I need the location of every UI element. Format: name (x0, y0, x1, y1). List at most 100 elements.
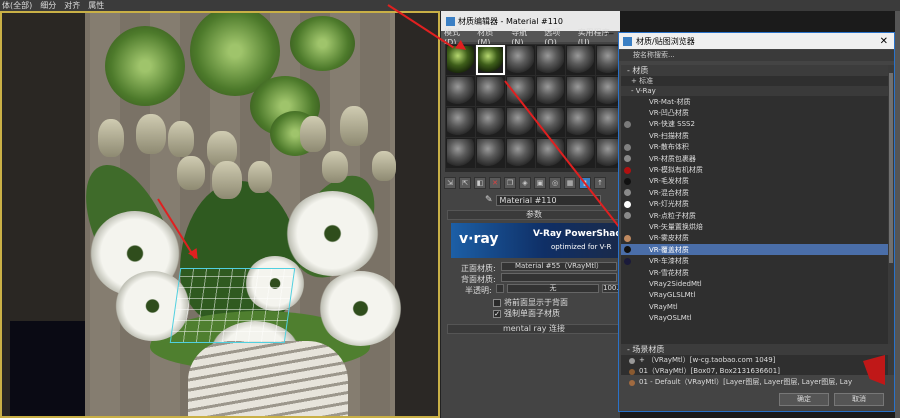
vray-material-item[interactable]: VR-材质包裹器 (621, 153, 891, 164)
material-editor-title: 材质编辑器 - Material #110 (458, 16, 563, 26)
scene-materials-header[interactable]: - 场景材质 (621, 344, 891, 355)
search-placeholder: 按名称搜索... (633, 51, 675, 59)
material-dot-icon (621, 177, 633, 185)
vray-material-item-selected[interactable]: VR-覆盖材质 (621, 244, 891, 256)
material-slot[interactable] (536, 45, 565, 75)
vray-material-item[interactable]: VRayGLSLMtl (621, 290, 891, 301)
material-dot-icon (621, 120, 633, 128)
menu-item-properties[interactable]: 属性 (88, 0, 104, 11)
menu-item-body[interactable]: 体(全部) (2, 0, 32, 11)
vray-material-item[interactable]: VRayMtl (621, 301, 891, 312)
force-back-checkbox[interactable] (493, 298, 501, 307)
cancel-button[interactable]: 取消 (834, 393, 884, 406)
minimize-icon[interactable]: — (605, 29, 614, 39)
unique-icon[interactable]: ◈ (519, 177, 531, 189)
material-slot[interactable] (476, 76, 505, 106)
ok-button[interactable]: 确定 (779, 393, 829, 406)
material-editor-window: 材质编辑器 - Material #110 模式(D) 材质(M) 导航(N) … (440, 11, 628, 418)
browser-titlebar[interactable]: 材质/贴图浏览器 ✕ (619, 33, 894, 49)
vray-material-item[interactable]: VR-矢量置换烘焙 (621, 221, 891, 232)
vray-material-label: VR-模拟有机材质 (649, 166, 703, 175)
force-single-checkbox[interactable]: ✓ (493, 309, 501, 318)
browser-list: - 材质 + 标准 - V-Ray VR-Mat-材质 VR-凹凸材质 VR-快速 … (621, 65, 891, 375)
copy-material-icon[interactable]: ❐ (504, 177, 516, 189)
vray-material-label: VR-灯光材质 (649, 200, 689, 209)
vray-material-item[interactable]: VRay2SidedMtl (621, 278, 891, 289)
translucency-map-button[interactable]: 无 (507, 284, 599, 293)
material-id-icon[interactable]: ◎ (549, 177, 561, 189)
material-slot[interactable] (446, 76, 475, 106)
force-back-row[interactable]: 将前面显示于背面 (493, 297, 568, 308)
material-slot[interactable] (566, 45, 595, 75)
menu-item-align[interactable]: 对齐 (64, 0, 80, 11)
vray-material-label: VR-毛发材质 (649, 177, 689, 186)
vray-material-item[interactable]: VR-混合材质 (621, 187, 891, 198)
put-to-library-icon[interactable]: ▣ (534, 177, 546, 189)
back-material-label: 背面材质: (461, 275, 496, 284)
vray-material-label: VR-矢量置换烘焙 (649, 222, 703, 231)
vray-material-item[interactable]: VR-模拟有机材质 (621, 164, 891, 175)
translucency-swatch[interactable] (496, 284, 504, 293)
delete-icon[interactable]: ✕ (489, 177, 501, 189)
material-slot[interactable] (476, 138, 505, 168)
viewport[interactable] (0, 11, 440, 418)
vray-material-item[interactable]: VR-车漆材质 (621, 255, 891, 266)
name-search-input[interactable]: 按名称搜索... (619, 50, 894, 61)
mental-ray-rollout-header[interactable]: mental ray 连接 (447, 324, 621, 334)
vray-material-item[interactable]: VR-凹凸材质 (621, 107, 891, 118)
get-material-icon[interactable]: ⇲ (444, 177, 456, 189)
material-sphere-icon (623, 166, 631, 174)
material-slot[interactable] (506, 138, 535, 168)
vray-material-item[interactable]: VR-毛发材质 (621, 176, 891, 187)
material-sphere-icon (623, 246, 631, 254)
vray-material-item[interactable]: VR-散布体积 (621, 142, 891, 153)
menu-item-subdivide[interactable]: 细分 (40, 0, 56, 11)
vray-material-item[interactable]: VRayOSLMtl (621, 312, 891, 323)
force-single-row[interactable]: ✓ 强制单面子材质 (493, 308, 560, 319)
vray-material-item[interactable]: VR-点粒子材质 (621, 210, 891, 221)
close-icon[interactable]: ✕ (880, 36, 888, 47)
vray-material-item[interactable]: VR-快速 SSS2 (621, 119, 891, 130)
vray-material-item[interactable]: VR-雪花材质 (621, 267, 891, 278)
material-name-field[interactable]: Material #110 (495, 194, 601, 206)
scene-material-row[interactable]: + （VRayMtl）[w-cg.taobao.com 1049] (621, 355, 891, 366)
assign-material-icon[interactable]: ◧ (474, 177, 486, 189)
material-slot[interactable] (536, 107, 565, 137)
standard-group[interactable]: + 标准 (621, 76, 891, 86)
material-slot[interactable] (566, 76, 595, 106)
show-map-icon[interactable]: ▦ (564, 177, 576, 189)
top-menubar: 体(全部) 细分 对齐 属性 (0, 0, 900, 11)
back-material-button[interactable] (501, 273, 617, 282)
material-sphere-icon (623, 200, 631, 208)
vray-material-item[interactable]: VR-灯光材质 (621, 199, 891, 210)
vray-group-header[interactable]: - V-Ray (621, 86, 891, 96)
browser-scrollbar[interactable] (888, 65, 894, 375)
vray-material-item[interactable]: VR-扫描材质 (621, 130, 891, 141)
front-material-button[interactable]: Material #55（VRayMtl） (501, 262, 617, 271)
scene-material-label: 01（VRayMtl）[Box07, Box2131636601] (639, 367, 780, 375)
scene-material-row[interactable]: 01 - Default（VRayMtl）[Layer图层, Layer图层, … (621, 377, 891, 388)
put-to-scene-icon[interactable]: ⇱ (459, 177, 471, 189)
material-slot[interactable] (566, 107, 595, 137)
material-slot-selected[interactable] (476, 45, 505, 75)
eyedropper-icon[interactable]: ✎ (485, 195, 493, 205)
vray-material-label: VR-扫描材质 (649, 131, 689, 140)
vray-material-label: VR-凹凸材质 (649, 109, 689, 118)
material-slot[interactable] (536, 76, 565, 106)
params-rollout-header[interactable]: 参数 (447, 210, 621, 220)
material-dot-icon (621, 212, 633, 220)
scrollbar-thumb[interactable] (889, 73, 893, 263)
material-slot[interactable] (476, 107, 505, 137)
scene-material-row[interactable]: 01（VRayMtl）[Box07, Box2131636601] (621, 366, 891, 377)
materials-section-header[interactable]: - 材质 (621, 65, 891, 76)
scene-materials-section: - 场景材质 + （VRayMtl）[w-cg.taobao.com 1049]… (621, 344, 891, 389)
right-panel-edge (895, 11, 900, 418)
material-slot[interactable] (446, 138, 475, 168)
vray-material-item[interactable]: VR-雾皮材质 (621, 233, 891, 244)
material-slot[interactable] (506, 45, 535, 75)
go-to-parent-icon[interactable]: ↑ (594, 177, 606, 189)
material-slot[interactable] (446, 107, 475, 137)
vray-material-item[interactable]: VR-Mat-材质 (621, 96, 891, 107)
sphere-icon (629, 379, 635, 386)
vray-banner-subtitle: optimized for V-R (551, 243, 612, 251)
